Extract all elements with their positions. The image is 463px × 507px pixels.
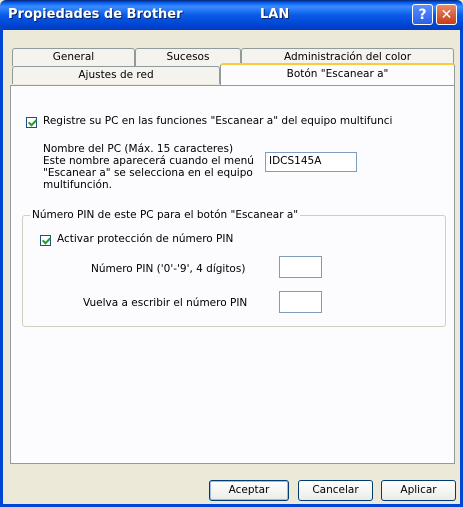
tab-general-label: General	[52, 51, 95, 63]
window-title: Propiedades de Brother LAN	[8, 7, 289, 22]
tab-scan-to-label: Botón "Escanear a"	[286, 68, 389, 80]
tab-scan-to[interactable]: Botón "Escanear a"	[220, 63, 455, 85]
tab-panel	[10, 85, 455, 464]
help-button[interactable]: ?	[412, 4, 433, 25]
close-button[interactable]: ✕	[436, 4, 457, 25]
window-title-text: Propiedades de Brother	[8, 7, 183, 22]
title-bar[interactable]: Propiedades de Brother LAN ? ✕	[0, 0, 463, 30]
ok-button[interactable]: Aceptar	[209, 480, 289, 501]
tab-network-label: Ajustes de red	[78, 69, 154, 81]
help-icon: ?	[418, 7, 427, 23]
close-icon: ✕	[440, 7, 453, 23]
window-title-suffix: LAN	[260, 7, 290, 22]
cancel-button[interactable]: Cancelar	[298, 480, 373, 501]
tab-general[interactable]: General	[12, 48, 135, 66]
tab-network[interactable]: Ajustes de red	[12, 66, 220, 84]
apply-button[interactable]: Aplicar	[381, 480, 456, 501]
tab-color-label: Administración del color	[283, 51, 412, 63]
tab-sucesos-label: Sucesos	[166, 51, 210, 63]
